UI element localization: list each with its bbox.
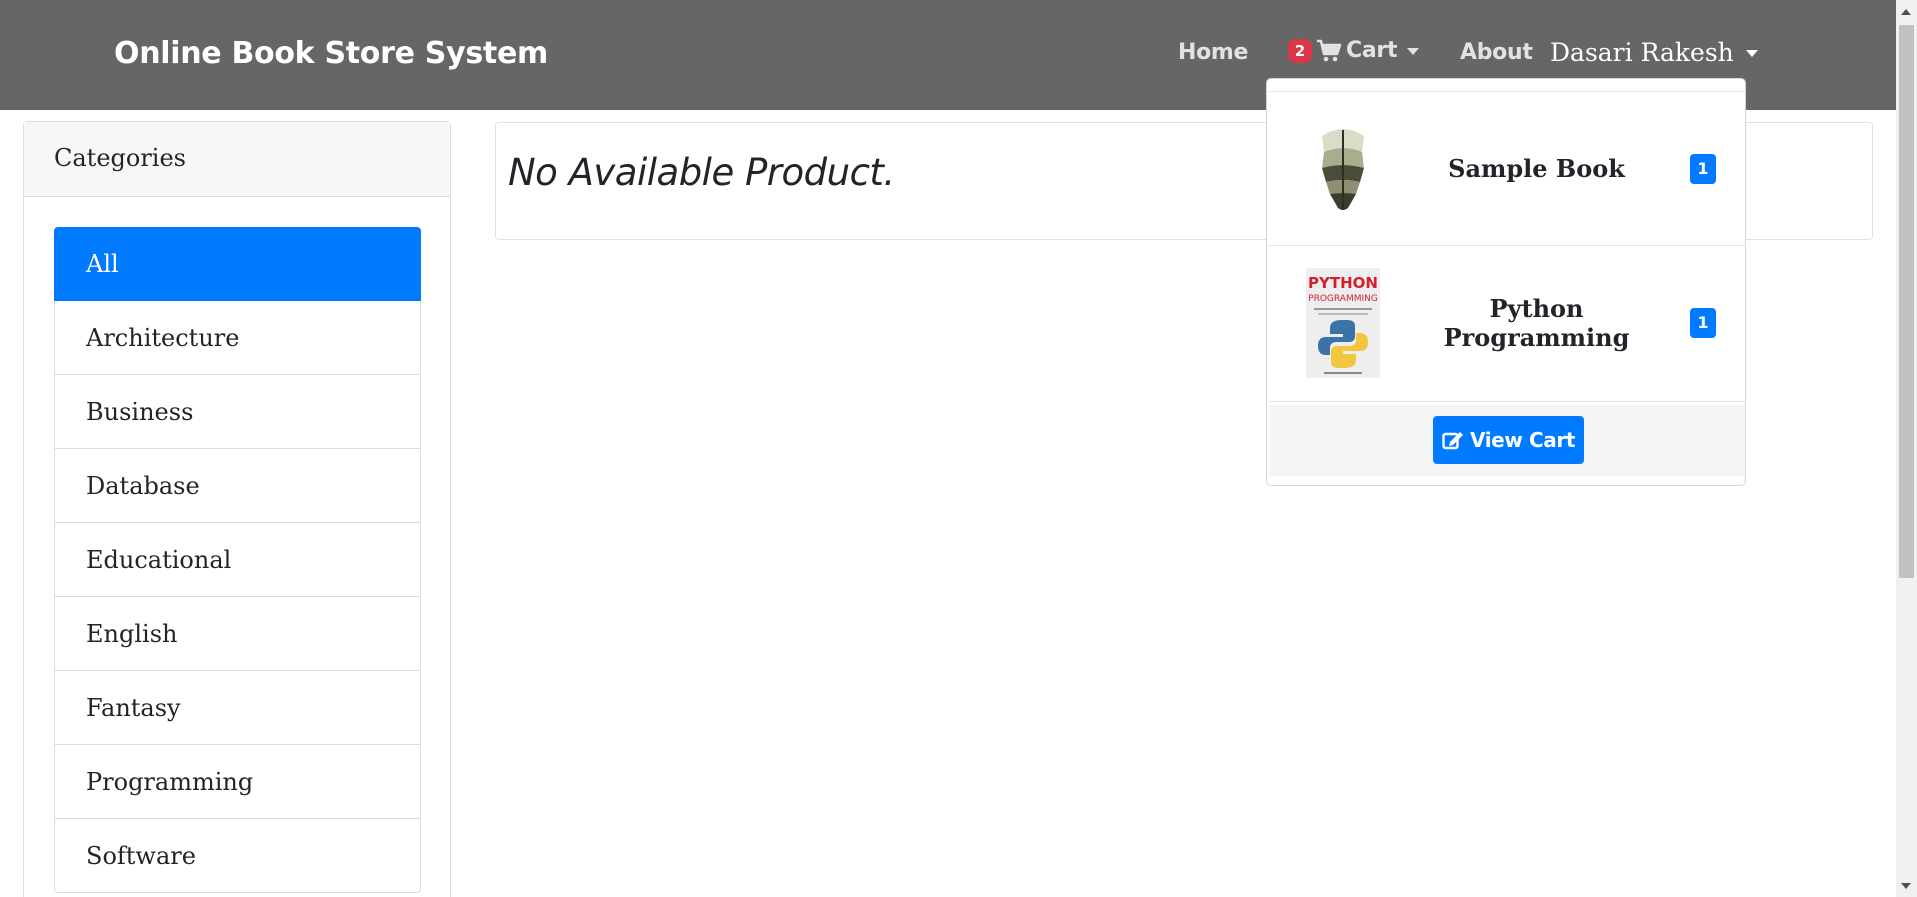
cart-dropdown-toggle[interactable]: 2 Cart (1288, 38, 1420, 63)
categories-title: Categories (24, 122, 450, 197)
cart-label: Cart (1346, 38, 1398, 63)
edit-icon (1442, 432, 1463, 450)
no-product-message: No Available Product. (508, 151, 895, 194)
view-cart-button[interactable]: View Cart (1433, 416, 1584, 464)
cart-item-qty-badge: 1 (1690, 308, 1716, 338)
scrollbar-thumb[interactable] (1899, 25, 1914, 578)
scroll-down-icon[interactable] (1901, 883, 1911, 889)
open-book-image (1322, 129, 1364, 210)
chevron-down-icon (1745, 50, 1758, 57)
user-dropdown-toggle[interactable]: Dasari Rakesh (1550, 38, 1758, 67)
cart-item[interactable]: PYTHON PROGRAMMING Python Programming 1 (1269, 245, 1745, 402)
python-book-cover: PYTHON PROGRAMMING (1306, 268, 1380, 378)
category-item-database[interactable]: Database (54, 449, 421, 523)
category-item-programming[interactable]: Programming (54, 745, 421, 819)
cart-item-qty-badge: 1 (1690, 153, 1716, 184)
category-item-business[interactable]: Business (54, 375, 421, 449)
user-name: Dasari Rakesh (1550, 38, 1734, 67)
shopping-cart-icon (1317, 39, 1342, 61)
svg-text:PROGRAMMING: PROGRAMMING (1308, 294, 1378, 304)
svg-text:PYTHON: PYTHON (1308, 274, 1378, 292)
chevron-down-icon (1407, 48, 1420, 55)
category-item-educational[interactable]: Educational (54, 523, 421, 597)
categories-panel: Categories All Architecture Business Dat… (23, 121, 451, 897)
category-item-fantasy[interactable]: Fantasy (54, 671, 421, 745)
view-cart-label: View Cart (1470, 428, 1575, 452)
category-list: All Architecture Business Database Educa… (54, 227, 421, 893)
cart-item[interactable]: Sample Book 1 (1269, 91, 1745, 246)
cart-item-title: Python Programming (1443, 294, 1630, 352)
category-item-architecture[interactable]: Architecture (54, 301, 421, 375)
cart-count-badge: 2 (1288, 38, 1312, 63)
cart-dropdown-menu: Sample Book 1 PYTHON PROGRAMMING Python … (1266, 78, 1746, 486)
page-scrollbar[interactable] (1896, 0, 1917, 897)
scroll-up-icon[interactable] (1901, 9, 1911, 15)
category-item-software[interactable]: Software (54, 819, 421, 893)
cart-dropdown-footer: View Cart (1269, 405, 1745, 476)
category-item-all[interactable]: All (54, 227, 421, 301)
cart-item-title: Sample Book (1448, 154, 1625, 183)
nav-about-link[interactable]: About (1460, 40, 1533, 65)
brand-title[interactable]: Online Book Store System (114, 36, 548, 71)
nav-home-link[interactable]: Home (1178, 40, 1248, 65)
category-item-english[interactable]: English (54, 597, 421, 671)
